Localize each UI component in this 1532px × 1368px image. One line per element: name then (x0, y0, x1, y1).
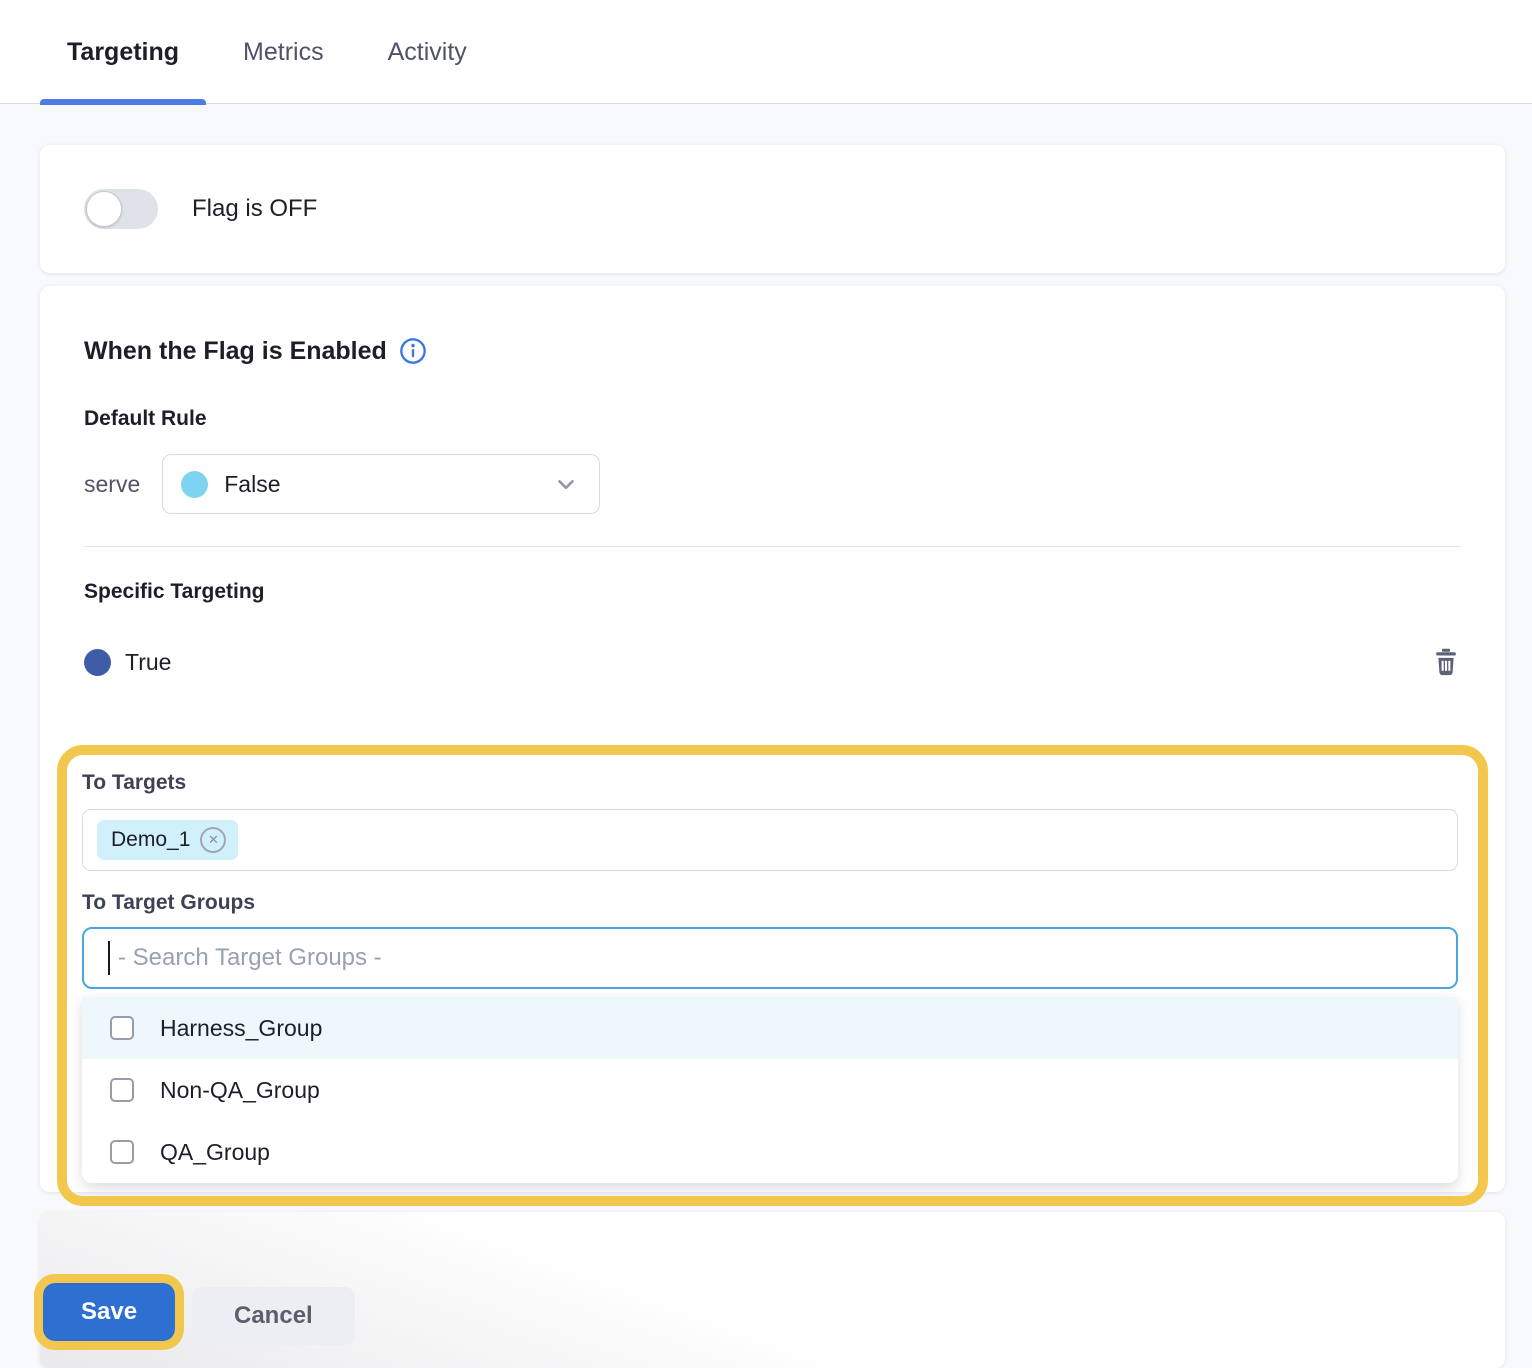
target-group-option-label: Harness_Group (160, 1015, 322, 1042)
footer-actions-card: Save Cancel (40, 1212, 1505, 1368)
targeting-rules-card: When the Flag is Enabled Default Rule se… (40, 286, 1505, 1192)
target-group-option-harness[interactable]: Harness_Group (82, 997, 1458, 1059)
page-header: Targeting Metrics Activity (0, 0, 1532, 104)
save-button[interactable]: Save (43, 1283, 175, 1341)
true-variation-dot-icon (84, 649, 111, 676)
to-target-groups-label: To Target Groups (82, 891, 1458, 915)
tab-metrics-label: Metrics (243, 38, 324, 67)
save-highlight-ring: Save (34, 1274, 184, 1350)
target-group-option-non-qa[interactable]: Non-QA_Group (82, 1059, 1458, 1121)
target-groups-dropdown: Harness_Group Non-QA_Group QA_Group (82, 997, 1458, 1183)
chevron-down-icon (553, 471, 579, 497)
checkbox-icon[interactable] (110, 1140, 134, 1164)
checkbox-icon[interactable] (110, 1078, 134, 1102)
serve-label: serve (84, 471, 140, 498)
tab-targeting-label: Targeting (67, 38, 179, 67)
enabled-heading-row: When the Flag is Enabled (84, 336, 1461, 366)
target-group-option-label: Non-QA_Group (160, 1077, 320, 1104)
specific-targeting-variation: True (125, 649, 171, 676)
tab-activity[interactable]: Activity (361, 0, 494, 104)
tab-targeting[interactable]: Targeting (40, 0, 206, 104)
checkbox-icon[interactable] (110, 1016, 134, 1040)
tab-activity-label: Activity (388, 38, 467, 67)
chip-remove-icon[interactable]: ✕ (200, 827, 226, 853)
cancel-button[interactable]: Cancel (192, 1287, 355, 1345)
trash-icon (1432, 647, 1460, 677)
targeting-highlight-box: To Targets Demo_1 ✕ To Target Groups Har… (57, 745, 1488, 1206)
tab-metrics[interactable]: Metrics (216, 0, 351, 104)
variation-select-value: False (224, 471, 553, 498)
flag-status-card: Flag is OFF (40, 145, 1505, 273)
delete-rule-button[interactable] (1431, 647, 1461, 677)
variation-select[interactable]: False (162, 454, 600, 514)
to-targets-label: To Targets (82, 771, 1458, 795)
text-caret (108, 941, 110, 975)
flag-toggle[interactable] (84, 189, 158, 229)
false-variation-dot-icon (181, 471, 208, 498)
target-groups-search-input[interactable] (82, 927, 1458, 989)
tab-bar: Targeting Metrics Activity (0, 0, 1532, 104)
target-chip: Demo_1 ✕ (97, 820, 238, 860)
section-divider (84, 546, 1461, 547)
default-rule-title: Default Rule (84, 406, 1461, 432)
specific-targeting-title: Specific Targeting (84, 579, 1461, 605)
flag-status-label: Flag is OFF (192, 195, 317, 223)
default-rule-serve-row: serve False (84, 454, 1461, 514)
target-groups-search-wrap (82, 927, 1458, 989)
targets-input[interactable]: Demo_1 ✕ (82, 809, 1458, 871)
target-chip-label: Demo_1 (111, 828, 190, 852)
target-group-option-qa[interactable]: QA_Group (82, 1121, 1458, 1183)
active-tab-underline (40, 99, 206, 105)
flag-toggle-knob[interactable] (86, 191, 122, 227)
target-group-option-label: QA_Group (160, 1139, 270, 1166)
enabled-heading: When the Flag is Enabled (84, 336, 387, 366)
info-icon[interactable] (399, 337, 427, 365)
specific-targeting-variation-row: True (84, 647, 1461, 677)
